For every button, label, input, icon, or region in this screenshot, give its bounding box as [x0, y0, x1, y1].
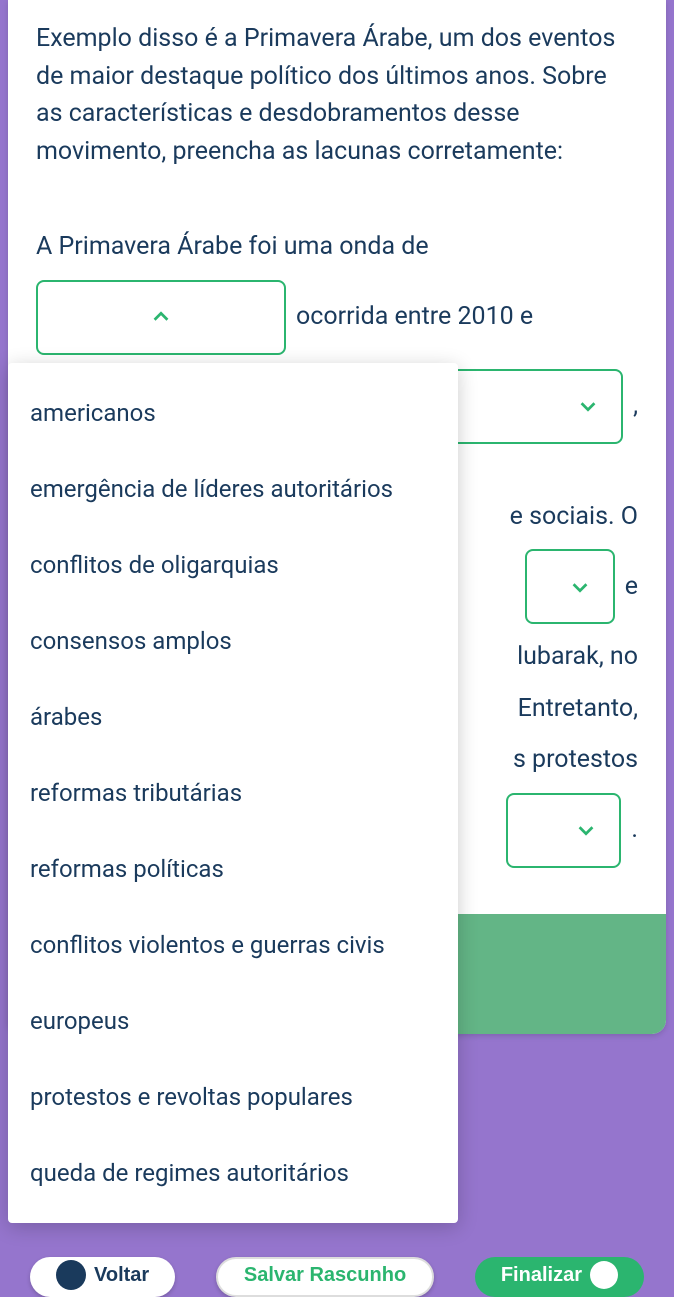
dropdown-option[interactable]: conflitos de oligarquias — [8, 527, 458, 603]
footer-bar: Voltar Salvar Rascunho Finalizar — [0, 1257, 674, 1297]
dropdown-menu: americanos emergência de líderes autorit… — [8, 363, 458, 1223]
text-segment-partial: s protestos — [513, 741, 638, 779]
dropdown-option[interactable]: americanos — [8, 375, 458, 451]
back-button[interactable]: Voltar — [30, 1257, 175, 1297]
dropdown-option[interactable]: conflitos violentos e guerras civis — [8, 907, 458, 983]
dropdown-option[interactable]: emergência de líderes autoritários — [8, 451, 458, 527]
text-segment-partial: e sociais. O — [510, 498, 638, 536]
chevron-down-icon — [577, 395, 599, 417]
dropdown-option[interactable]: árabes — [8, 679, 458, 755]
chevron-down-icon — [575, 819, 597, 841]
chevron-up-icon — [150, 306, 172, 328]
text-segment: e — [625, 568, 638, 606]
blank-select-3[interactable] — [525, 549, 615, 624]
dropdown-option[interactable]: queda de regimes autoritários — [8, 1135, 458, 1211]
save-draft-button[interactable]: Salvar Rascunho — [216, 1257, 434, 1297]
text-segment-partial: Entretanto, — [518, 690, 638, 728]
dropdown-option[interactable]: reformas políticas — [8, 831, 458, 907]
text-segment: . — [631, 811, 638, 849]
finish-button[interactable]: Finalizar — [475, 1257, 644, 1297]
dropdown-option[interactable]: europeus — [8, 983, 458, 1059]
text-segment: , — [633, 387, 638, 425]
dropdown-option[interactable]: reformas tributárias — [8, 755, 458, 831]
blank-select-4[interactable] — [506, 793, 621, 868]
blank-select-1-open[interactable] — [36, 280, 286, 355]
text-segment-partial: lubarak, no — [517, 638, 638, 676]
save-draft-label: Salvar Rascunho — [244, 1264, 406, 1287]
chevron-down-icon — [569, 576, 591, 598]
question-intro: Exemplo disso é a Primavera Árabe, um do… — [36, 20, 638, 170]
text-segment: ocorrida entre 2010 e — [296, 298, 533, 336]
back-button-label: Voltar — [94, 1264, 149, 1287]
finish-button-label: Finalizar — [501, 1264, 582, 1287]
arrow-left-icon — [56, 1260, 86, 1290]
arrow-right-icon — [590, 1261, 618, 1289]
dropdown-option[interactable]: protestos e revoltas populares — [8, 1059, 458, 1135]
dropdown-option[interactable]: consensos amplos — [8, 603, 458, 679]
text-segment: A Primavera Árabe foi uma onda de — [36, 228, 429, 266]
